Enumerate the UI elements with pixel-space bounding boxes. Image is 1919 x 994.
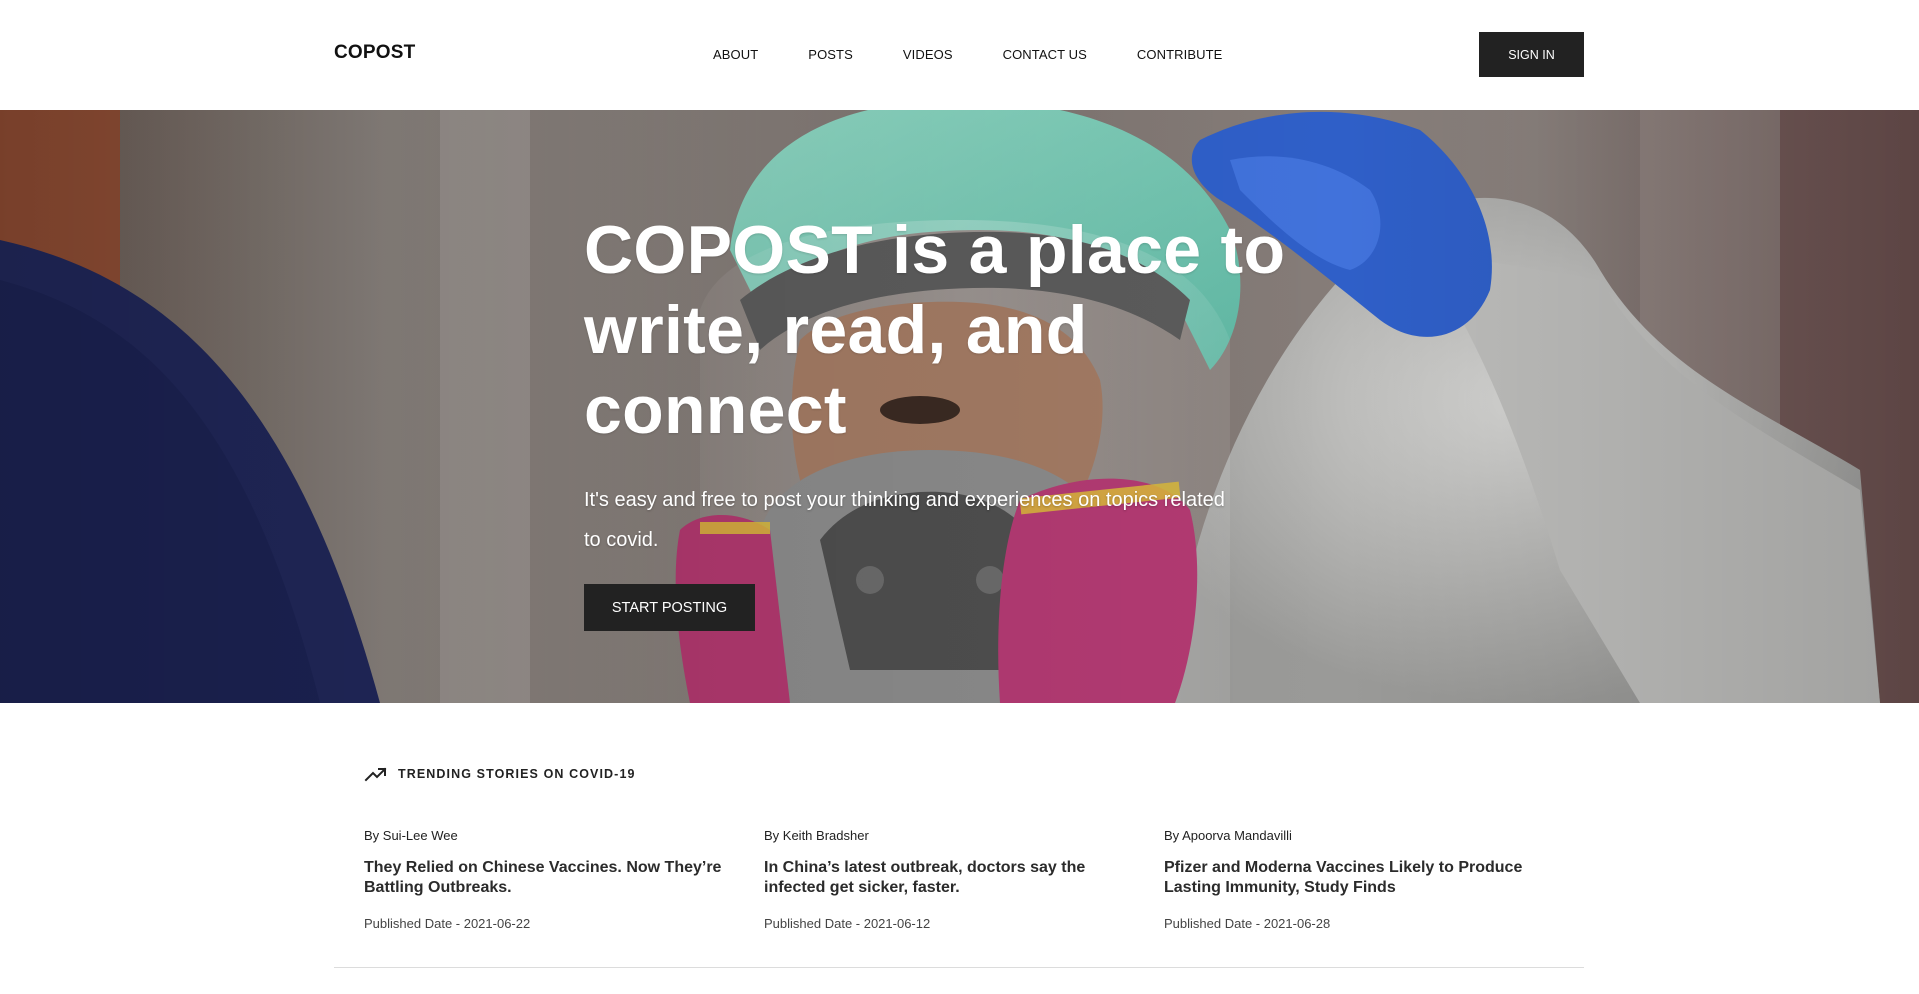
story-title-link[interactable]: In China’s latest outbreak, doctors say … [764, 858, 1134, 898]
nav-contact-us[interactable]: CONTACT US [1003, 47, 1087, 62]
story-title-link[interactable]: They Relied on Chinese Vaccines. Now The… [364, 858, 734, 898]
trending-header: TRENDING STORIES ON COVID-19 [364, 765, 636, 783]
nav-videos[interactable]: VIDEOS [903, 47, 953, 62]
trending-section: TRENDING STORIES ON COVID-19 By Sui-Lee … [334, 703, 1584, 968]
story-card: By Apoorva Mandavilli Pfizer and Moderna… [1164, 826, 1564, 931]
start-posting-button[interactable]: START POSTING [584, 584, 755, 631]
site-logo[interactable]: COPOST [334, 42, 415, 64]
hero-section: COPOST is a place to write, read, and co… [0, 110, 1919, 703]
story-date: Published Date - 2021-06-28 [1164, 916, 1331, 931]
hero-subtitle: It's easy and free to post your thinking… [584, 489, 1225, 551]
section-divider [334, 967, 1584, 968]
story-title-link[interactable]: Pfizer and Moderna Vaccines Likely to Pr… [1164, 858, 1534, 898]
story-date: Published Date - 2021-06-12 [764, 916, 931, 931]
nav-contribute[interactable]: CONTRIBUTE [1137, 47, 1223, 62]
hero-title: COPOST is a place to write, read, and co… [584, 212, 1286, 448]
story-card: By Sui-Lee Wee They Relied on Chinese Va… [364, 826, 764, 931]
site-header: COPOST ABOUT POSTS VIDEOS CONTACT US CON… [0, 0, 1919, 110]
story-author: By Keith Bradsher [764, 828, 869, 843]
story-date: Published Date - 2021-06-22 [364, 916, 531, 931]
story-author: By Apoorva Mandavilli [1164, 828, 1292, 843]
hero-content: COPOST is a place to write, read, and co… [584, 210, 1304, 631]
nav-about[interactable]: ABOUT [713, 47, 758, 62]
sign-in-button[interactable]: SIGN IN [1479, 32, 1584, 77]
story-list: By Sui-Lee Wee They Relied on Chinese Va… [364, 826, 1584, 931]
nav-posts[interactable]: POSTS [808, 47, 853, 62]
trending-title: TRENDING STORIES ON COVID-19 [398, 767, 636, 781]
main-nav: ABOUT POSTS VIDEOS CONTACT US CONTRIBUTE [713, 47, 1222, 62]
story-card: By Keith Bradsher In China’s latest outb… [764, 826, 1164, 931]
trending-up-icon [364, 767, 387, 782]
story-author: By Sui-Lee Wee [364, 828, 458, 843]
